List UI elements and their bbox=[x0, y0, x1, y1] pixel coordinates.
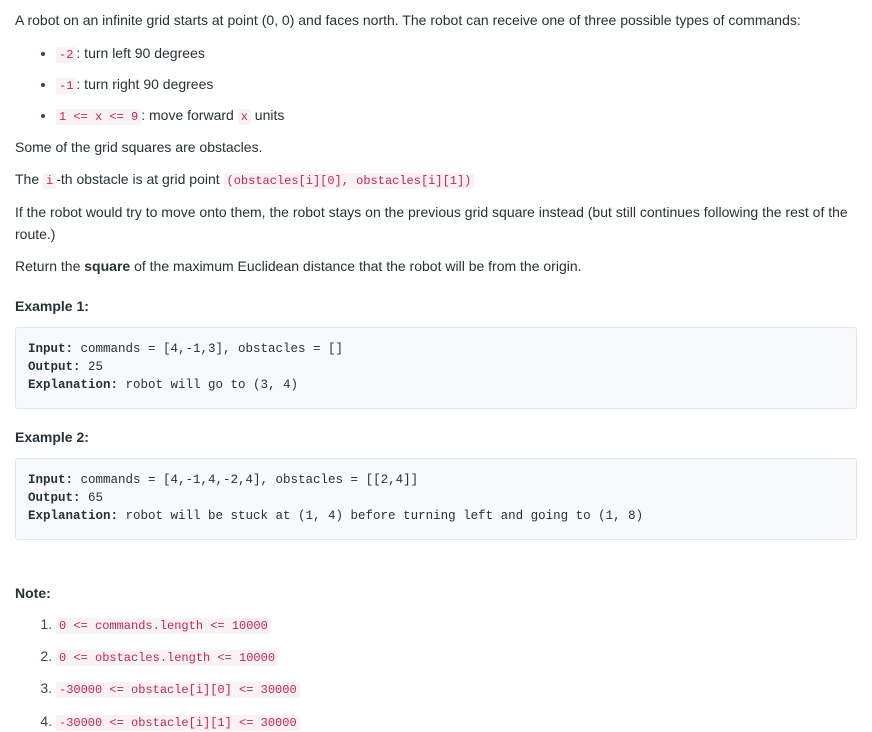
example-2-input-value: commands = [4,-1,4,-2,4], obstacles = [[… bbox=[73, 472, 419, 487]
list-item: -1: turn right 90 degrees bbox=[56, 74, 857, 95]
command-label-turn-left: : turn left 90 degrees bbox=[76, 44, 205, 61]
list-item: -2: turn left 90 degrees bbox=[56, 43, 857, 64]
problem-description-page: A robot on an infinite grid starts at po… bbox=[0, 0, 872, 732]
note-constraints-list: 0 <= commands.length <= 10000 0 <= obsta… bbox=[15, 614, 857, 732]
return-suffix-text: of the maximum Euclidean distance that t… bbox=[130, 258, 582, 275]
return-emphasis-square: square bbox=[84, 258, 131, 275]
list-item: 0 <= commands.length <= 10000 bbox=[56, 614, 857, 635]
example-2-explanation-label: Explanation: bbox=[28, 508, 119, 523]
command-label-turn-right: : turn right 90 degrees bbox=[76, 75, 214, 92]
command-code-move-range: 1 <= x <= 9 bbox=[56, 108, 142, 125]
command-types-list: -2: turn left 90 degrees -1: turn right … bbox=[15, 43, 857, 126]
note-title: Note: bbox=[15, 585, 51, 602]
constraint-obstacle-y: -30000 <= obstacle[i][1] <= 30000 bbox=[56, 714, 300, 731]
command-label-move-forward: : move forward bbox=[141, 106, 238, 123]
stuck-rule-paragraph: If the robot would try to move onto them… bbox=[15, 204, 848, 242]
list-item: -30000 <= obstacle[i][0] <= 30000 bbox=[56, 678, 857, 699]
obstacles-intro-paragraph: Some of the grid squares are obstacles. bbox=[15, 138, 263, 155]
example-2-explanation-value: robot will be stuck at (1, 4) before tur… bbox=[118, 508, 644, 523]
intro-paragraph: A robot on an infinite grid starts at po… bbox=[15, 12, 801, 28]
ith-obstacle-paragraph: The i -th obstacle is at grid point (obst… bbox=[15, 169, 857, 191]
example-1-input-label: Input: bbox=[28, 341, 74, 356]
command-code-x-variable: x bbox=[237, 108, 251, 125]
example-1-explanation-value: robot will go to (3, 4) bbox=[118, 377, 299, 392]
obstacle-coordinates-code: (obstacles[i][0], obstacles[i][1]) bbox=[223, 173, 475, 190]
note-section: Note: 0 <= commands.length <= 10000 0 <=… bbox=[15, 584, 857, 732]
constraint-obstacle-x: -30000 <= obstacle[i][0] <= 30000 bbox=[56, 682, 300, 699]
example-1-output-label: Output: bbox=[28, 359, 81, 374]
example-2-section: Example 2: Input: commands = [4,-1,4,-2,… bbox=[15, 428, 857, 541]
list-item: 1 <= x <= 9: move forward x units bbox=[56, 105, 857, 126]
example-1-input-value: commands = [4,-1,3], obstacles = [] bbox=[73, 341, 344, 356]
example-1-codeblock: Input: commands = [4,-1,3], obstacles = … bbox=[15, 326, 857, 410]
example-1-title: Example 1: bbox=[15, 298, 89, 315]
list-item: 0 <= obstacles.length <= 10000 bbox=[56, 646, 857, 667]
example-1-output-value: 25 bbox=[80, 359, 104, 374]
ith-prefix-text: The bbox=[15, 171, 44, 188]
return-statement-paragraph: Return the square of the maximum Euclide… bbox=[15, 256, 857, 278]
command-label-units: units bbox=[250, 106, 285, 123]
example-2-input-label: Input: bbox=[28, 472, 74, 487]
constraint-commands-length: 0 <= commands.length <= 10000 bbox=[56, 617, 271, 634]
command-code-turn-right: -1 bbox=[56, 77, 77, 94]
return-prefix-text: Return the bbox=[15, 258, 85, 275]
example-2-output-label: Output: bbox=[28, 490, 81, 505]
list-item: -30000 <= obstacle[i][1] <= 30000 bbox=[56, 711, 857, 732]
command-code-turn-left: -2 bbox=[56, 46, 77, 63]
ith-middle-text: -th obstacle is at grid point bbox=[56, 171, 224, 188]
example-2-output-value: 65 bbox=[80, 490, 104, 505]
example-2-title: Example 2: bbox=[15, 429, 89, 446]
example-2-codeblock: Input: commands = [4,-1,4,-2,4], obstacl… bbox=[15, 457, 857, 541]
example-1-explanation-label: Explanation: bbox=[28, 377, 119, 392]
constraint-obstacles-length: 0 <= obstacles.length <= 10000 bbox=[56, 650, 279, 667]
example-1-section: Example 1: Input: commands = [4,-1,3], o… bbox=[15, 297, 857, 410]
ith-index-code: i bbox=[43, 173, 57, 190]
